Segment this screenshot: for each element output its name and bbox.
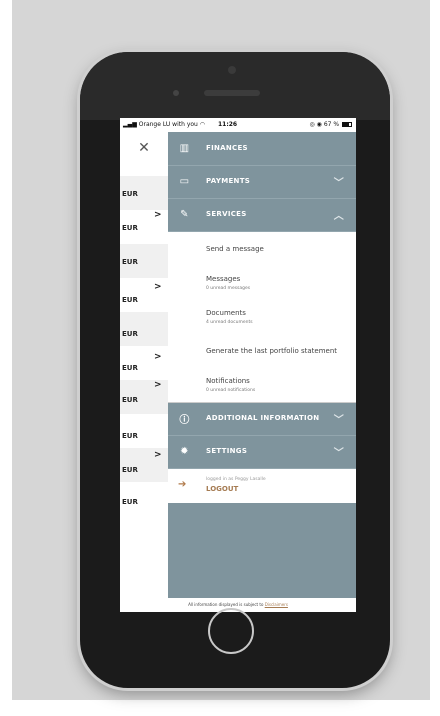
menu-item-additional-information[interactable]: ⓘ ADDITIONAL INFORMATION ﹀ [168,402,356,436]
chart-icon: ▥ [179,143,190,154]
chevron-down-icon: ﹀ [333,415,344,426]
logout-button[interactable]: ➔ logged in as Peggy Lasalle LOGOUT [168,469,356,503]
clock: 11:26 [218,121,238,128]
close-menu-button[interactable]: ✕ [120,132,168,164]
list-item[interactable]: > EUR [120,346,168,380]
status-bar: ▂▄▆ Orange LU with you ◠ 11:26 ◎ ◉ 67 % [120,118,356,132]
battery-status: ◎ ◉ 67 % [309,121,352,128]
side-menu: ▥ FINANCES ▭ PAYMENTS ﹀ ✎ SERVICES ︿ Sen… [168,132,356,598]
phone-screen: ▂▄▆ Orange LU with you ◠ 11:26 ◎ ◉ 67 % … [120,118,356,612]
lock-rotation-icon: ◉ [316,121,322,128]
menu-item-payments[interactable]: ▭ PAYMENTS ﹀ [168,165,356,199]
earpiece-speaker [204,90,260,96]
chevron-right-icon: > [154,210,162,220]
camera-dot [228,66,236,74]
menu-item-settings[interactable]: ✹ SETTINGS ﹀ [168,435,356,469]
chevron-right-icon: > [154,380,162,390]
chevron-right-icon: > [154,450,162,460]
chevron-up-icon: ︿ [333,211,344,222]
list-item[interactable]: EUR [120,414,168,448]
alarm-icon: ◎ [309,121,315,128]
list-item[interactable]: > EUR [120,210,168,244]
wifi-icon: ◠ [199,121,206,128]
chevron-right-icon: > [154,352,162,362]
menu-item-services[interactable]: ✎ SERVICES ︿ [168,198,356,232]
list-item[interactable]: EUR [120,176,168,210]
list-item[interactable]: > EUR [120,278,168,312]
submenu-messages[interactable]: Messages 0 unread messages [168,266,356,301]
front-camera [173,90,179,96]
phone-top-bezel [80,52,390,120]
credit-card-icon: ▭ [179,176,190,187]
disclaimers-link[interactable]: Disclaimers [265,602,288,607]
edit-icon: ✎ [180,209,189,220]
chevron-right-icon: > [154,282,162,292]
submenu-documents[interactable]: Documents 4 unread documents [168,300,356,335]
list-item[interactable]: EUR [120,244,168,278]
battery-icon [342,122,352,127]
list-item[interactable]: > EUR [120,448,168,482]
logout-icon: ➔ [178,479,187,490]
menu-item-finances[interactable]: ▥ FINANCES [168,132,356,166]
signal-icon: ▂▄▆ [123,121,137,128]
chevron-down-icon: ﹀ [333,448,344,459]
submenu-portfolio-statement[interactable]: Generate the last portfolio statement [168,334,356,369]
list-item[interactable]: > EUR [120,380,168,414]
list-item[interactable]: EUR [120,312,168,346]
home-button[interactable] [208,608,254,654]
close-icon: ✕ [138,140,150,156]
phone-frame: ▂▄▆ Orange LU with you ◠ 11:26 ◎ ◉ 67 % … [80,52,390,688]
carrier-label: ▂▄▆ Orange LU with you ◠ [123,121,206,128]
chevron-down-icon: ﹀ [333,178,344,189]
list-item[interactable]: EUR [120,482,168,516]
submenu-notifications[interactable]: Notifications 0 unread notifications [168,368,356,403]
submenu-send-message[interactable]: Send a message [168,232,356,267]
info-icon: ⓘ [179,415,190,426]
gear-icon: ✹ [180,446,189,457]
